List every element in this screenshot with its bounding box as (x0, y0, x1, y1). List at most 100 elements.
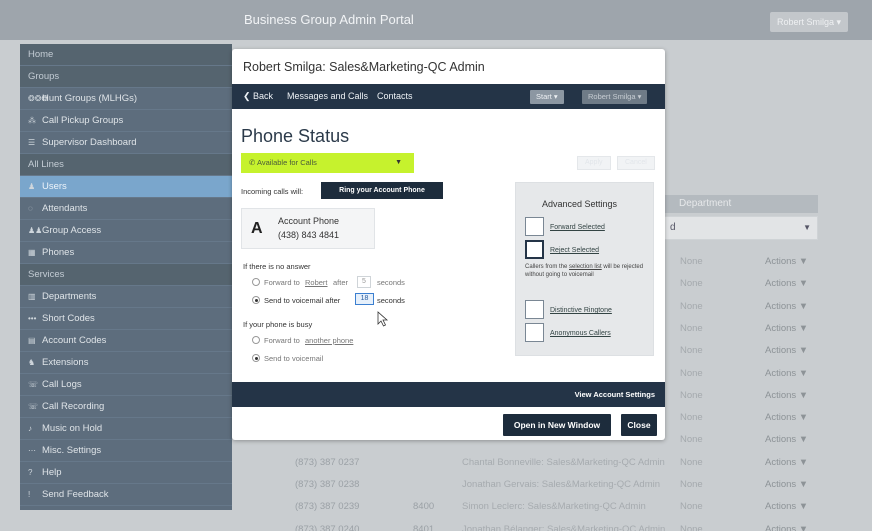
forward-seconds-input[interactable]: 5 (357, 276, 371, 288)
row-actions-button[interactable]: Actions ▼ (765, 479, 808, 490)
selection-list-link[interactable]: selection list (569, 264, 602, 270)
sidebar-item-label: Departments (42, 291, 97, 302)
row-extension: 8400 (413, 501, 435, 512)
busy-forward-radio[interactable] (252, 336, 260, 344)
row-actions-button[interactable]: Actions ▼ (765, 323, 808, 334)
sidebar-item-home: Home (20, 44, 232, 66)
sidebar-item-send-feedback[interactable]: ! Send Feedback (20, 484, 232, 506)
row-actions-button[interactable]: Actions ▼ (765, 256, 808, 267)
anonymous-callers-link[interactable]: Anonymous Callers (550, 330, 611, 337)
row-name[interactable]: Simon Leclerc: Sales&Marketing-QC Admin (462, 501, 646, 512)
forward-selected-link[interactable]: Forward Selected (550, 224, 605, 231)
mouse-cursor-icon (377, 311, 389, 327)
portal-title: Business Group Admin Portal (244, 12, 414, 27)
forward-robert-radio[interactable] (252, 278, 260, 286)
cancel-button[interactable]: Cancel (617, 156, 655, 170)
chevron-down-icon: ▼ (395, 159, 402, 166)
row-phone: (873) 387 0237 (295, 457, 360, 468)
row-actions-button[interactable]: Actions ▼ (765, 457, 808, 468)
row-department: None (680, 434, 703, 445)
row-name[interactable]: Jonathan Bélanger: Sales&Marketing-QC Ad… (462, 524, 665, 531)
row-name[interactable]: Jonathan Gervais: Sales&Marketing-QC Adm… (462, 479, 660, 490)
sidebar-item-account-codes[interactable]: ▤ Account Codes (20, 330, 232, 352)
anonymous-callers-checkbox[interactable] (525, 323, 544, 342)
busy-forward-target-link[interactable]: another phone (305, 336, 353, 345)
back-link[interactable]: ❮ Back (243, 91, 273, 102)
sidebar-item-help[interactable]: ? Help (20, 462, 232, 484)
reject-selected-checkbox[interactable] (525, 240, 544, 259)
back-arrow-icon: ❮ (243, 91, 254, 101)
row-extension: 8401 (413, 524, 435, 531)
sidebar-item-label: Services (28, 269, 65, 280)
row-department: None (680, 345, 703, 356)
distinctive-ringtone-checkbox[interactable] (525, 300, 544, 319)
sidebar-item-label: Groups (28, 71, 60, 82)
sidebar-item-label: All Lines (28, 159, 64, 170)
start-menu-button[interactable]: Start ▾ (530, 90, 564, 104)
phone-status-heading: Phone Status (241, 126, 350, 146)
row-actions-button[interactable]: Actions ▼ (765, 501, 808, 512)
row-actions-button[interactable]: Actions ▼ (765, 524, 808, 531)
forward-target-link[interactable]: Robert (305, 278, 328, 287)
forward-to-label: Forward to (264, 278, 300, 287)
ring-account-phone-button[interactable]: Ring your Account Phone (321, 182, 443, 199)
call-recording-icon: ☏ (28, 402, 39, 411)
dialog-footer-bar: View Account Settings (232, 382, 665, 407)
busy-voicemail-radio[interactable] (252, 354, 260, 362)
close-button[interactable]: Close (621, 414, 657, 436)
sidebar-item-call-logs[interactable]: ☏ Call Logs (20, 374, 232, 396)
row-name[interactable]: Chantal Bonneville: Sales&Marketing-QC A… (462, 457, 665, 468)
sidebar-item-label: Call Pickup Groups (42, 115, 124, 126)
sidebar-item-label: Hunt Groups (MLHGs) (42, 93, 138, 104)
sidebar-item-hunt-groups-mlhgs[interactable]: ❂❂❂Hunt Groups (MLHGs) (20, 88, 232, 110)
send-voicemail-radio[interactable] (252, 296, 260, 304)
sidebar-item-label: Extensions (42, 357, 89, 368)
apply-button[interactable]: Apply (577, 156, 611, 170)
view-account-settings-link[interactable]: View Account Settings (575, 390, 655, 399)
sidebar-item-departments[interactable]: ▥ Departments (20, 286, 232, 308)
row-actions-button[interactable]: Actions ▼ (765, 390, 808, 401)
user-menu-button[interactable]: Robert Smilga ▾ (770, 12, 849, 32)
distinctive-ringtone-link[interactable]: Distinctive Ringtone (550, 307, 612, 314)
sidebar-item-all-lines: All Lines (20, 154, 232, 176)
row-actions-button[interactable]: Actions ▼ (765, 301, 808, 312)
sidebar-item-supervisor-dashboard[interactable]: ☰ Supervisor Dashboard (20, 132, 232, 154)
department-filter-select[interactable]: d ▼ (663, 216, 818, 240)
sidebar-item-users[interactable]: ♟ Users (20, 176, 232, 198)
row-actions-button[interactable]: Actions ▼ (765, 434, 808, 445)
contacts-link[interactable]: Contacts (377, 91, 413, 101)
row-phone: (873) 387 0239 (295, 501, 360, 512)
help-icon: ? (28, 468, 33, 477)
sidebar-item-attendants[interactable]: ◌ Attendants (20, 198, 232, 220)
availability-select[interactable]: ✆ Available for Calls ▼ (241, 153, 414, 173)
sidebar: Home Groups ❂❂❂Hunt Groups (MLHGs) ⁂ Call Pi… (20, 44, 232, 510)
sidebar-item-label: Call Logs (42, 379, 82, 390)
row-actions-button[interactable]: Actions ▼ (765, 345, 808, 356)
row-actions-button[interactable]: Actions ▼ (765, 278, 808, 289)
sidebar-item-phones[interactable]: ▦ Phones (20, 242, 232, 264)
row-actions-button[interactable]: Actions ▼ (765, 368, 808, 379)
forward-selected-checkbox[interactable] (525, 217, 544, 236)
sidebar-item-misc-settings[interactable]: ⋯ Misc. Settings (20, 440, 232, 462)
sidebar-item-extensions[interactable]: ♞ Extensions (20, 352, 232, 374)
reject-selected-link[interactable]: Reject Selected (550, 247, 599, 254)
sidebar-item-call-recording[interactable]: ☏ Call Recording (20, 396, 232, 418)
row-department: None (680, 479, 703, 490)
sidebar-item-music-on-hold[interactable]: ♪ Music on Hold (20, 418, 232, 440)
row-actions-button[interactable]: Actions ▼ (765, 412, 808, 423)
open-in-new-window-button[interactable]: Open in New Window (503, 414, 611, 436)
sidebar-item-short-codes[interactable]: ••• Short Codes (20, 308, 232, 330)
sidebar-item-call-pickup-groups[interactable]: ⁂ Call Pickup Groups (20, 110, 232, 132)
voicemail-seconds-input[interactable]: 18 (355, 293, 374, 305)
row-department: None (680, 524, 703, 531)
row-department: None (680, 323, 703, 334)
account-phone-letter: A (251, 220, 263, 237)
no-answer-heading: If there is no answer (243, 262, 311, 271)
row-department: None (680, 457, 703, 468)
feedback-icon: ! (28, 490, 31, 499)
messages-calls-link[interactable]: Messages and Calls (287, 91, 368, 101)
inner-user-menu-button[interactable]: Robert Smilga ▾ (582, 90, 648, 104)
sidebar-item-group-access[interactable]: ♟♟Group Access (20, 220, 232, 242)
voicemail-after-label: Send to voicemail after (264, 296, 341, 305)
phone-status-dialog: Robert Smilga: Sales&Marketing-QC Admin … (232, 49, 665, 440)
